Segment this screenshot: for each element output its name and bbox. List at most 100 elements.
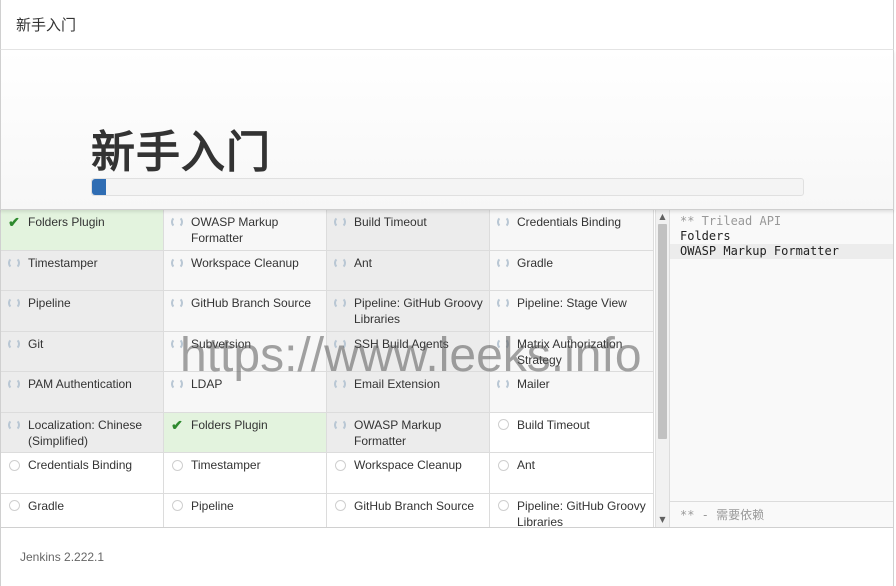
setup-wizard: 新手入门 新手入门 ✔ Folders Plugin OWASP Markup Fo… [0, 0, 896, 586]
plugin-name: Build Timeout [517, 417, 590, 432]
plugin-name: Git [28, 336, 44, 351]
plugin-name: LDAP [191, 377, 223, 391]
plugin-name: Timestamper [28, 255, 98, 270]
plugin-name: Gradle [517, 255, 554, 270]
pending-circle-icon [7, 458, 21, 472]
install-log-panel: ** Trilead API Folders OWASP Markup Format… [669, 210, 894, 527]
pending-circle-icon [333, 499, 347, 513]
plugin-item: GitHub Branch Source [327, 493, 490, 527]
plugin-item: Build Timeout [327, 210, 490, 251]
plugin-item: Ant [490, 453, 654, 494]
plugin-item: Ant [327, 250, 490, 291]
header-bar: 新手入门 [0, 0, 894, 50]
plugin-name: Matrix Authorization Strategy [517, 336, 623, 367]
plugin-name: Ant [517, 458, 536, 472]
plugin-list-scrollbar[interactable]: ▲ ▼ [655, 210, 669, 527]
refresh-spinner-icon [7, 377, 21, 391]
footer-bar: Jenkins 2.222.1 [0, 527, 894, 586]
plugin-item: LDAP [164, 372, 327, 413]
refresh-spinner-icon [170, 256, 184, 270]
jenkins-version: Jenkins 2.222.1 [20, 550, 105, 564]
check-icon: ✔ [171, 416, 183, 433]
log-line: Folders [680, 229, 731, 243]
refresh-spinner-icon [7, 418, 21, 432]
refresh-spinner-icon [496, 337, 510, 351]
plugin-name: Build Timeout [354, 215, 427, 229]
plugin-item: Pipeline: GitHub Groovy Libraries [327, 291, 490, 332]
plugin-item: Workspace Cleanup [327, 453, 490, 494]
plugin-name: Folders Plugin [28, 215, 105, 229]
page-title: 新手入门 [91, 127, 271, 178]
scrollbar-thumb[interactable] [658, 224, 667, 439]
plugin-name: Pipeline [28, 296, 71, 310]
plugin-name: Mailer [517, 377, 550, 391]
plugin-item: PAM Authentication [1, 372, 164, 413]
plugin-item: OWASP Markup Formatter [327, 412, 490, 453]
refresh-spinner-icon [333, 377, 347, 391]
plugin-name: Folders Plugin [191, 417, 268, 432]
refresh-spinner-icon [7, 256, 21, 270]
refresh-spinner-icon [333, 418, 347, 432]
plugin-name: OWASP Markup Formatter [354, 417, 442, 448]
plugin-name: Credentials Binding [517, 215, 622, 229]
plugin-item: SSH Build Agents [327, 331, 490, 372]
plugin-name: Credentials Binding [28, 458, 133, 472]
scroll-up-arrow-icon[interactable]: ▲ [656, 210, 669, 224]
plugin-item: ✔ Folders Plugin [164, 412, 327, 453]
plugin-name: Timestamper [191, 458, 261, 472]
plugin-item: Email Extension [327, 372, 490, 413]
plugin-name: GitHub Branch Source [354, 498, 475, 513]
plugin-item: Pipeline: Stage View [490, 291, 654, 332]
plugin-name: Subversion [191, 336, 252, 351]
hero-section: 新手入门 [0, 50, 894, 210]
plugin-item: Pipeline [164, 493, 327, 527]
pending-circle-icon [496, 418, 510, 432]
plugin-name: Email Extension [354, 377, 441, 391]
plugin-name: Ant [354, 255, 373, 270]
plugin-item: Gradle [1, 493, 164, 527]
plugin-name: Pipeline: GitHub Groovy Libraries [517, 498, 646, 528]
plugin-name: SSH Build Agents [354, 336, 449, 351]
plugin-item: Gradle [490, 250, 654, 291]
plugin-item: Git [1, 331, 164, 372]
refresh-spinner-icon [170, 296, 184, 310]
plugin-item: Timestamper [1, 250, 164, 291]
plugin-item: Subversion [164, 331, 327, 372]
plugin-item: Mailer [490, 372, 654, 413]
plugin-item: Credentials Binding [490, 210, 654, 251]
pending-circle-icon [170, 499, 184, 513]
refresh-spinner-icon [7, 296, 21, 310]
pending-circle-icon [170, 458, 184, 472]
plugin-name: Pipeline: GitHub Groovy Libraries [354, 296, 483, 326]
plugin-list[interactable]: ✔ Folders Plugin OWASP Markup Formatter Bui… [0, 210, 655, 527]
refresh-spinner-icon [7, 337, 21, 351]
plugin-item: Localization: Chinese (Simplified) [1, 412, 164, 453]
plugin-item: Matrix Authorization Strategy [490, 331, 654, 372]
refresh-spinner-icon [496, 256, 510, 270]
pending-circle-icon [7, 499, 21, 513]
plugin-name: Pipeline: Stage View [517, 296, 627, 310]
refresh-spinner-icon [496, 215, 510, 229]
pending-circle-icon [496, 499, 510, 513]
plugin-name: Gradle [28, 498, 65, 513]
plugin-name: Workspace Cleanup [354, 458, 462, 472]
check-icon: ✔ [8, 214, 20, 230]
dependency-note: ** - 需要依赖 [670, 501, 893, 527]
plugin-name: Workspace Cleanup [191, 255, 299, 270]
plugin-item: GitHub Branch Source [164, 291, 327, 332]
header-title: 新手入门 [16, 16, 77, 34]
plugin-item: Workspace Cleanup [164, 250, 327, 291]
plugin-item: Build Timeout [490, 412, 654, 453]
plugin-item: OWASP Markup Formatter [164, 210, 327, 251]
refresh-spinner-icon [333, 215, 347, 229]
scroll-down-arrow-icon[interactable]: ▼ [656, 513, 669, 527]
refresh-spinner-icon [496, 296, 510, 310]
refresh-spinner-icon [333, 337, 347, 351]
install-progress-fill [92, 179, 107, 195]
pending-circle-icon [333, 458, 347, 472]
refresh-spinner-icon [333, 256, 347, 270]
plugin-item: Credentials Binding [1, 453, 164, 494]
plugin-name: GitHub Branch Source [191, 296, 312, 310]
plugin-name: Pipeline [191, 498, 234, 513]
log-line: ** Trilead API [680, 214, 782, 228]
